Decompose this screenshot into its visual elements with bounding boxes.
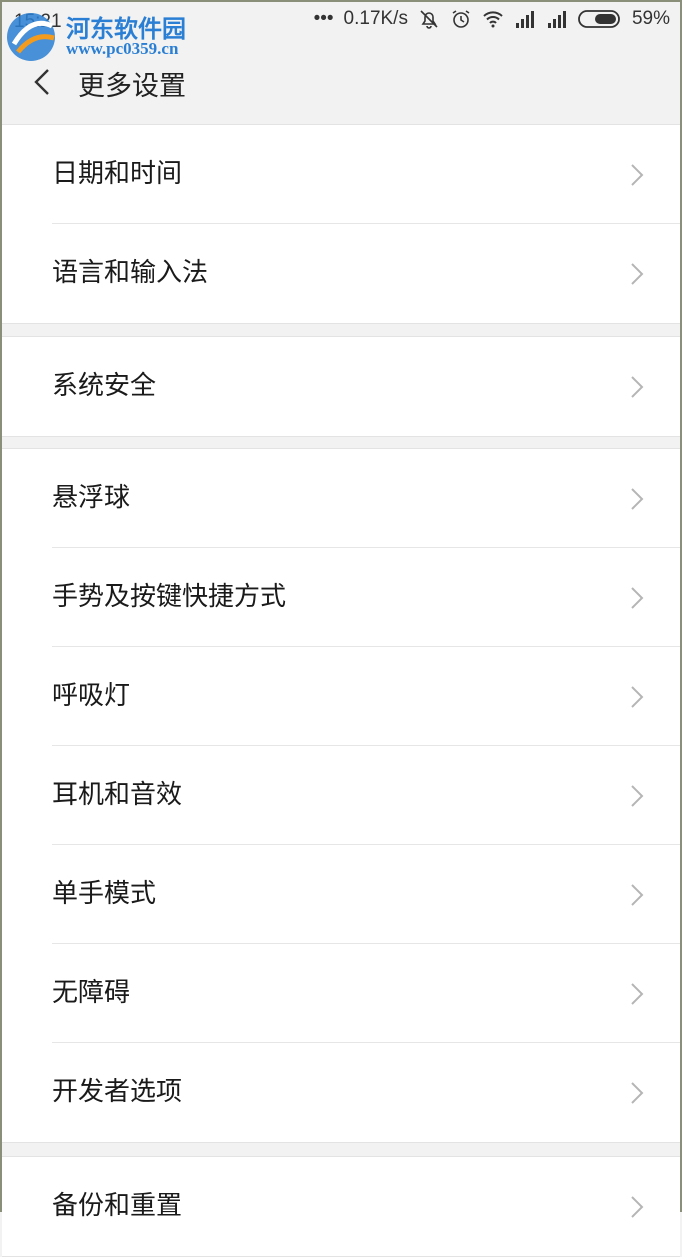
settings-row-label: 单手模式 [52, 879, 157, 909]
back-chevron-icon[interactable] [24, 62, 64, 102]
chevron-right-icon [631, 263, 644, 285]
app-header: 更多设置 [2, 42, 680, 124]
network-speed: 0.17K/s [343, 8, 408, 29]
settings-row-label: 备份和重置 [52, 1191, 183, 1221]
chevron-right-icon [631, 983, 644, 1005]
settings-row[interactable]: 耳机和音效 [2, 746, 680, 845]
chevron-right-icon [631, 164, 644, 186]
settings-row-label: 耳机和音效 [52, 780, 183, 810]
signal-icon-2 [547, 11, 566, 28]
settings-row[interactable]: 开发者选项 [2, 1043, 680, 1142]
settings-row-label: 悬浮球 [52, 483, 131, 513]
settings-row[interactable]: 手势及按键快捷方式 [2, 548, 680, 647]
settings-row[interactable]: 备份和重置 [2, 1157, 680, 1256]
settings-row[interactable]: 无障碍 [2, 944, 680, 1043]
battery-percent: 59% [631, 8, 670, 29]
settings-row-label: 语言和输入法 [52, 258, 209, 288]
mute-icon [420, 10, 438, 29]
chevron-right-icon [631, 1082, 644, 1104]
page-title: 更多设置 [78, 71, 186, 102]
chevron-right-icon [631, 785, 644, 807]
settings-row[interactable]: 单手模式 [2, 845, 680, 944]
status-icons: ••• 0.17K/s 59% [314, 8, 670, 30]
chevron-right-icon [631, 1196, 644, 1218]
settings-row[interactable]: 日期和时间 [2, 125, 680, 224]
settings-row[interactable]: 悬浮球 [2, 449, 680, 548]
settings-group: 系统安全 [2, 336, 680, 437]
settings-row-label: 呼吸灯 [52, 681, 131, 711]
settings-group: 悬浮球手势及按键快捷方式 呼吸灯耳机和音效单手模式无障碍开发者选项 [2, 448, 680, 1143]
settings-row-label: 日期和时间 [52, 159, 183, 189]
settings-row-label: 手势及按键快捷方式 [52, 582, 287, 612]
settings-group: 日期和时间语言和输入法 [2, 124, 680, 324]
chevron-right-icon [631, 376, 644, 398]
settings-row[interactable]: 呼吸灯 [2, 647, 680, 746]
chevron-right-icon [631, 587, 644, 609]
chevron-right-icon [631, 686, 644, 708]
settings-row-label: 无障碍 [52, 978, 131, 1008]
more-dots: ••• [313, 8, 334, 29]
wifi-icon [483, 11, 503, 28]
settings-row[interactable]: 语言和输入法 [2, 224, 680, 323]
settings-row[interactable]: 系统安全 [2, 337, 680, 436]
chevron-right-icon [631, 884, 644, 906]
status-time: 15:21 [14, 11, 62, 32]
settings-row-label: 系统安全 [52, 371, 157, 401]
settings-group: 备份和重置 [2, 1156, 680, 1257]
chevron-right-icon [631, 488, 644, 510]
status-bar: 15:21 ••• 0.17K/s 59% [2, 2, 680, 42]
signal-icon [515, 11, 534, 28]
alarm-icon [452, 10, 470, 28]
settings-row-label: 开发者选项 [52, 1077, 183, 1107]
battery-icon [578, 10, 620, 28]
